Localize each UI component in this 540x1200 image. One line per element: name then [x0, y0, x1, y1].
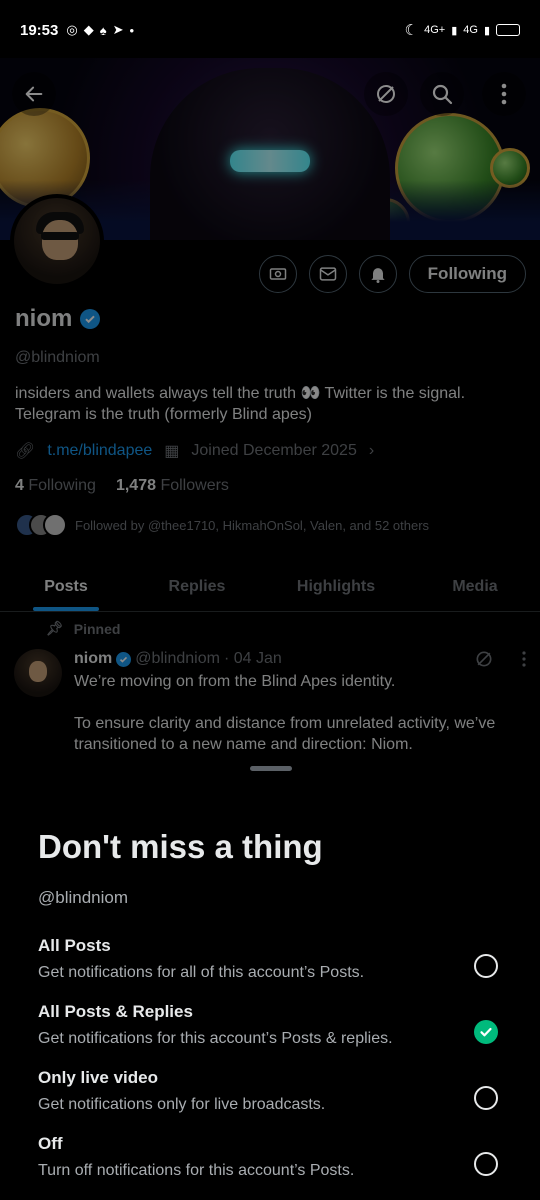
more-vertical-icon[interactable] [522, 651, 526, 667]
option-title: Only live video [38, 1068, 158, 1087]
avatar-face [42, 220, 78, 260]
post-text-paragraph-2: To ensure clarity and distance from unre… [74, 715, 496, 753]
avatar-glasses [41, 232, 79, 240]
profile-meta: 🔗︎ t.me/blindapee ▦ Joined December 2025… [15, 441, 525, 461]
money-icon [269, 268, 286, 280]
snapchat-icon: ♠ [99, 22, 107, 38]
moon-icon: ☾ [404, 22, 419, 39]
profile-bio: insiders and wallets always tell the tru… [15, 385, 466, 423]
option-description: Turn off notifications for this account’… [38, 1162, 355, 1179]
tip-button[interactable] [258, 255, 297, 293]
option-description: Get notifications only for live broadcas… [38, 1096, 326, 1113]
more-vertical-icon [501, 83, 507, 105]
grok-icon [377, 85, 395, 103]
telegram-icon: ➤ [112, 22, 124, 37]
pinned-label: Pinned [73, 620, 121, 637]
followers-count[interactable]: 1,478 Followers [116, 477, 229, 495]
profile-handle: @blindniom [15, 349, 100, 366]
post-avatar[interactable] [14, 649, 62, 697]
profile-info: niom @blindniom insiders and wallets alw… [15, 305, 525, 537]
clock: 19:53 [20, 21, 59, 39]
banner-visor [230, 150, 310, 172]
verified-badge-icon [116, 651, 132, 667]
notifications-sheet: Don't miss a thing @blindniom All Posts … [0, 766, 540, 1200]
grok-button[interactable] [364, 72, 408, 116]
chevron-right-icon[interactable]: › [369, 442, 374, 460]
pinned-post[interactable]: 📌︎ Pinned niom @blindniom · 04 Jan We’re… [0, 620, 540, 755]
radio-button[interactable] [474, 954, 498, 978]
post-header: niom @blindniom · 04 Jan [74, 649, 526, 669]
followed-by-text: Followed by @thee1710, HikmahOnSol, Vale… [75, 517, 430, 533]
more-button[interactable] [482, 72, 526, 116]
followed-by-avatars [15, 513, 67, 537]
status-bar: 19:53 ◎ ◆ ♠ ➤ • ☾ 4G+ ▮ 4G ▮ [0, 0, 540, 60]
tab-highlights[interactable]: Highlights [262, 562, 410, 611]
profile-name: niom [15, 305, 73, 332]
verified-badge-icon[interactable] [80, 309, 101, 329]
post-date: · 04 Jan [223, 650, 282, 667]
notifications-button[interactable] [358, 255, 397, 293]
calendar-icon: ▦ [164, 443, 180, 460]
post-content: niom @blindniom · 04 Jan We’re moving on… [74, 649, 526, 755]
joined-date: Joined December 2025 [191, 442, 357, 459]
signal-icon-2: ▮ [483, 24, 490, 37]
following-count[interactable]: 4 Following [15, 477, 96, 495]
bell-icon [371, 268, 385, 283]
sheet-title: Don't miss a thing [38, 828, 323, 865]
profile-avatar[interactable] [10, 194, 104, 288]
battery-icon [496, 24, 520, 36]
option-all-posts[interactable]: All Posts Get notifications for all of t… [38, 936, 508, 992]
post-avatar-face [29, 661, 47, 682]
back-button[interactable] [12, 72, 56, 116]
post-text-paragraph-1: We’re moving on from the Blind Apes iden… [74, 673, 396, 690]
tab-replies[interactable]: Replies [132, 562, 262, 611]
radio-button[interactable] [474, 1152, 498, 1176]
pinned-label-row: 📌︎ Pinned [0, 620, 540, 637]
signal-icon: ▮ [451, 24, 458, 37]
post-author-name[interactable]: niom [74, 650, 112, 668]
grok-icon[interactable] [474, 649, 494, 669]
option-only-live-video[interactable]: Only live video Get notifications only f… [38, 1068, 508, 1124]
post-text: We’re moving on from the Blind Apes iden… [74, 671, 526, 755]
post-tools [474, 649, 526, 669]
search-button[interactable] [420, 72, 464, 116]
mail-icon [319, 267, 336, 281]
sheet-handle: @blindniom [38, 888, 129, 907]
game-icon: ◆ [83, 22, 94, 37]
profile-actions: Following [258, 255, 526, 293]
tab-posts[interactable]: Posts [0, 562, 132, 611]
name-row: niom [15, 305, 525, 333]
sheet-drag-handle[interactable] [250, 766, 292, 771]
check-icon [480, 1027, 492, 1037]
profile-tabs: Posts Replies Highlights Media [0, 562, 540, 612]
whatsapp-icon: ◎ [66, 22, 78, 37]
follow-counts: 4 Following 1,478 Followers [15, 477, 525, 495]
dot-icon: • [129, 22, 135, 38]
network-label-1: 4G+ [424, 24, 446, 36]
option-title: All Posts & Replies [38, 1002, 193, 1021]
network-label-2: 4G [463, 24, 478, 36]
radio-button[interactable] [474, 1086, 498, 1110]
message-button[interactable] [308, 255, 347, 293]
search-icon [432, 84, 453, 105]
post-author-handle: @blindniom [135, 650, 220, 667]
option-description: Get notifications for this account’s Pos… [38, 1030, 393, 1047]
option-title: All Posts [38, 936, 111, 955]
profile-link[interactable]: t.me/blindapee [47, 442, 152, 460]
option-description: Get notifications for all of this accoun… [38, 964, 365, 981]
option-all-posts-replies[interactable]: All Posts & Replies Get notifications fo… [38, 1002, 508, 1058]
link-icon: 🔗︎ [15, 443, 36, 460]
following-button[interactable]: Following [408, 255, 526, 293]
option-title: Off [38, 1134, 63, 1153]
followed-by-row[interactable]: Followed by @thee1710, HikmahOnSol, Vale… [15, 513, 525, 537]
post-body: niom @blindniom · 04 Jan We’re moving on… [0, 649, 540, 755]
tab-media[interactable]: Media [410, 562, 540, 611]
system-icons: ☾ 4G+ ▮ 4G ▮ [405, 21, 520, 39]
pin-icon: 📌︎ [46, 620, 64, 636]
mini-avatar [43, 513, 67, 537]
radio-button-selected[interactable] [474, 1020, 498, 1044]
back-arrow-icon [25, 86, 43, 102]
notification-icons: ◎ ◆ ♠ ➤ • [66, 22, 134, 38]
option-off[interactable]: Off Turn off notifications for this acco… [38, 1134, 508, 1190]
